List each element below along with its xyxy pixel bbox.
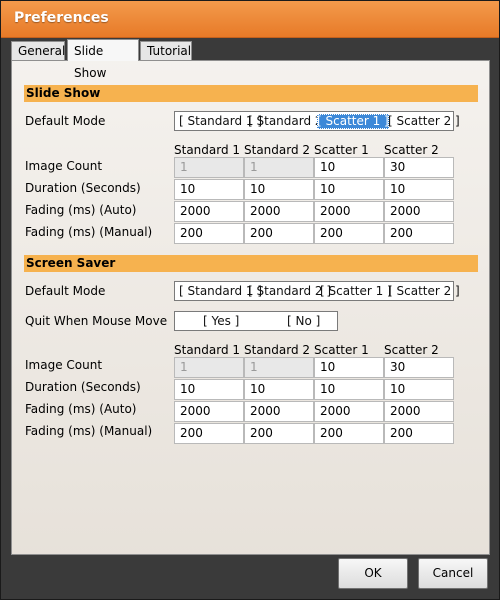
tab-slide-show[interactable]: Slide Show [67,39,139,80]
slideshow-col-scatter-1: Scatter 1 [314,143,369,157]
slideshow-image-count-scatter-2[interactable]: 30 [384,157,454,178]
screensaver-mode-standard-2[interactable]: [ Standard 2 ] [248,284,331,299]
screensaver-col-scatter-2: Scatter 2 [384,343,439,357]
screensaver-fading-manual-scatter-1[interactable]: 200 [314,423,384,444]
quit-when-mouse-move-label: Quit When Mouse Move [25,314,168,328]
dialog-footer: OK Cancel [1,555,499,599]
tab-general[interactable]: General [11,41,65,60]
slideshow-image-count-standard-1: 1 [174,157,244,178]
slideshow-fading-auto-standard-1[interactable]: 2000 [174,201,244,222]
slideshow-col-standard-2: Standard 2 [244,143,311,157]
screensaver-fading-auto-standard-2[interactable]: 2000 [244,401,314,422]
screensaver-duration-standard-2[interactable]: 10 [244,379,314,400]
screensaver-duration-label: Duration (Seconds) [25,380,141,394]
screensaver-fading-manual-scatter-2[interactable]: 200 [384,423,454,444]
screensaver-mode-scatter-1[interactable]: [ Scatter 1 ] [320,284,392,299]
slideshow-duration-scatter-1[interactable]: 10 [314,179,384,200]
quit-when-mouse-move-selector: [ Yes ] [ No ] [174,311,338,331]
slideshow-image-count-scatter-1[interactable]: 10 [314,157,384,178]
slideshow-duration-label: Duration (Seconds) [25,181,141,195]
slideshow-mode-scatter-1[interactable]: [ Scatter 1 ] [317,114,389,129]
slideshow-fading-manual-scatter-2[interactable]: 200 [384,223,454,244]
screensaver-mode-scatter-2[interactable]: [ Scatter 2 ] [388,284,460,299]
slideshow-mode-scatter-2[interactable]: [ Scatter 2 ] [388,114,460,129]
slideshow-fading-auto-scatter-2[interactable]: 2000 [384,201,454,222]
slideshow-fading-auto-scatter-1[interactable]: 2000 [314,201,384,222]
screensaver-fading-manual-standard-1[interactable]: 200 [174,423,244,444]
screensaver-duration-scatter-2[interactable]: 10 [384,379,454,400]
quit-option-no[interactable]: [ No ] [287,314,320,329]
slideshow-fading-manual-standard-2[interactable]: 200 [244,223,314,244]
slide-show-panel: Slide Show Default Mode [ Standard 1 ] [… [11,60,490,555]
screensaver-col-scatter-1: Scatter 1 [314,343,369,357]
cancel-button[interactable]: Cancel [418,558,488,589]
slideshow-fading-manual-scatter-1[interactable]: 200 [314,223,384,244]
tab-tutorial[interactable]: Tutorial [140,41,192,60]
screensaver-duration-standard-1[interactable]: 10 [174,379,244,400]
ok-button[interactable]: OK [338,558,408,589]
screensaver-default-mode-label: Default Mode [25,284,106,298]
slide-show-header: Slide Show [24,85,478,102]
slideshow-fading-manual-standard-1[interactable]: 200 [174,223,244,244]
screensaver-col-standard-2: Standard 2 [244,343,311,357]
screensaver-default-mode-selector: [ Standard 1 ] [ Standard 2 ] [ Scatter … [174,281,460,301]
screensaver-image-count-scatter-1[interactable]: 10 [314,357,384,378]
screensaver-duration-scatter-1[interactable]: 10 [314,379,384,400]
slideshow-fading-auto-standard-2[interactable]: 2000 [244,201,314,222]
quit-option-yes[interactable]: [ Yes ] [203,314,239,329]
slideshow-duration-scatter-2[interactable]: 10 [384,179,454,200]
screensaver-image-count-standard-2: 1 [244,357,314,378]
screensaver-fading-manual-standard-2[interactable]: 200 [244,423,314,444]
slideshow-col-scatter-2: Scatter 2 [384,143,439,157]
slideshow-default-mode-selector: [ Standard 1 ] [ Standard 2 ] [ Scatter … [174,111,460,131]
slideshow-duration-standard-1[interactable]: 10 [174,179,244,200]
screensaver-fading-auto-label: Fading (ms) (Auto) [25,402,137,416]
slideshow-col-standard-1: Standard 1 [174,143,241,157]
slideshow-fading-manual-label: Fading (ms) (Manual) [25,225,153,239]
screensaver-fading-manual-label: Fading (ms) (Manual) [25,424,153,438]
screensaver-image-count-label: Image Count [25,358,103,372]
screensaver-image-count-scatter-2[interactable]: 30 [384,357,454,378]
screensaver-col-standard-1: Standard 1 [174,343,241,357]
screensaver-image-count-standard-1: 1 [174,357,244,378]
screensaver-fading-auto-scatter-1[interactable]: 2000 [314,401,384,422]
slideshow-image-count-label: Image Count [25,159,103,173]
slideshow-fading-auto-label: Fading (ms) (Auto) [25,203,137,217]
slideshow-image-count-standard-2: 1 [244,157,314,178]
slideshow-duration-standard-2[interactable]: 10 [244,179,314,200]
screensaver-fading-auto-standard-1[interactable]: 2000 [174,401,244,422]
screen-saver-header: Screen Saver [24,255,478,272]
preferences-window: Preferences General Slide Show Tutorial … [0,0,500,600]
title-bar[interactable]: Preferences [1,1,499,38]
screensaver-fading-auto-scatter-2[interactable]: 2000 [384,401,454,422]
window-title: Preferences [14,10,109,26]
slideshow-default-mode-label: Default Mode [25,114,106,128]
